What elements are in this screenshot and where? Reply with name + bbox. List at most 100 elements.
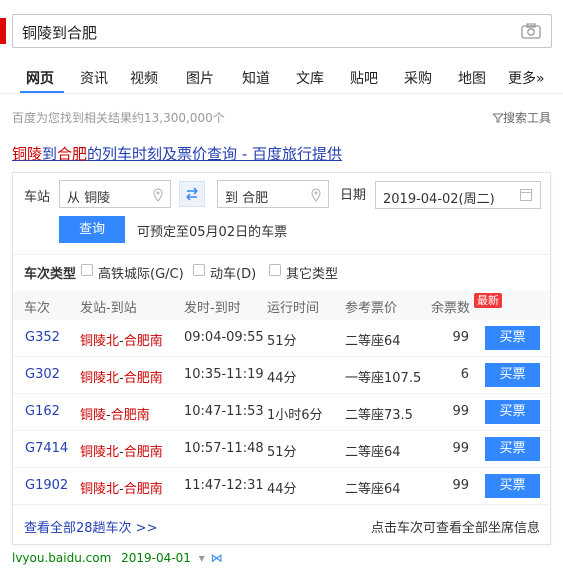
search-nav-tabs: 网页 资讯 视频 图片 知道 文库 贴吧 采购 地图 更多» [0,60,563,94]
tab-tieba[interactable]: 贴吧 [350,68,378,88]
tab-images[interactable]: 图片 [186,68,214,88]
buy-ticket-button[interactable]: 买票 [485,474,540,498]
location-pin-icon [311,188,321,202]
swap-stations-button[interactable] [179,181,205,207]
view-all-trains-link[interactable]: 查看全部28趟车次 >> [24,517,157,536]
buy-ticket-button[interactable]: 买票 [485,326,540,350]
calendar-icon[interactable] [520,189,532,201]
train-type-label: 车次类型 [24,267,77,282]
price: 二等座64 [345,334,401,349]
checkbox-other-label[interactable]: 其它类型 [286,263,338,282]
buy-ticket-button[interactable]: 买票 [485,437,540,461]
bow-icon[interactable]: ⋈ [211,551,223,565]
from-station-input[interactable]: 从 铜陵 [59,180,171,208]
tab-web[interactable]: 网页 [26,68,54,88]
price: 二等座64 [345,445,401,460]
buy-ticket-button[interactable]: 买票 [485,400,540,424]
result-count: 百度为您找到相关结果约13,300,000个 [12,111,225,125]
source-date: 2019-04-01 [121,551,191,565]
camera-icon[interactable] [521,23,541,39]
checkbox-dongche-label[interactable]: 动车(D) [210,263,256,282]
price: 二等座73.5 [345,408,413,423]
dropdown-caret-icon[interactable]: ▾ [199,551,205,565]
train-number[interactable]: G7414 [25,441,68,456]
to-station: 合肥南 [123,445,163,460]
tab-more[interactable]: 更多» [508,68,545,88]
tab-caigou[interactable]: 采购 [404,68,432,88]
train-number[interactable]: G162 [25,404,60,419]
train-number[interactable]: G352 [25,330,60,345]
col-train: 车次 [24,301,51,316]
checkbox-dongche[interactable] [193,264,205,276]
nav-divider [0,93,563,94]
from-station-value[interactable]: 从 铜陵 [67,187,110,206]
route: 铜陵北-合肥南 [80,482,163,497]
search-query-text[interactable]: 铜陵到合肥 [22,22,97,43]
col-stations: 发站-到站 [80,301,137,316]
train-number[interactable]: G302 [25,367,60,382]
to-station: 合肥南 [123,482,163,497]
to-station-input[interactable]: 到 合肥 [217,180,329,208]
to-station: 合肥南 [123,334,163,349]
duration: 44分 [267,371,297,386]
to-station: 合肥南 [123,371,163,386]
title-highlight-to[interactable]: 合肥 [57,145,87,163]
route: 铜陵-合肥南 [80,408,150,423]
duration: 44分 [267,482,297,497]
baidu-logo-fragment[interactable] [0,18,6,44]
route: 铜陵北-合肥南 [80,371,163,386]
checkbox-gaotie-label[interactable]: 高铁城际(G/C) [98,263,184,282]
from-station: 铜陵北 [80,371,120,386]
new-badge: 最新 [474,293,502,308]
depart-arrive-time: 09:04-09:55 [184,330,264,345]
tickets-left: 99 [452,478,469,493]
search-input[interactable]: 铜陵到合肥 [12,14,552,48]
tab-zhidao[interactable]: 知道 [242,68,270,88]
price: 一等座107.5 [345,371,422,386]
route: 铜陵北-合肥南 [80,334,163,349]
tickets-left: 6 [460,367,469,382]
col-remaining: 余票数 [431,301,471,316]
tickets-left: 99 [452,441,469,456]
seat-info-hint: 点击车次可查看全部坐席信息 [370,521,540,536]
title-rest[interactable]: 的列车时刻及票价查询 - 百度旅行提供 [87,145,342,163]
from-station: 铜陵北 [80,445,120,460]
to-station-value[interactable]: 到 合肥 [225,187,268,206]
col-duration: 运行时间 [267,301,320,316]
filter-icon [491,113,505,123]
table-row: G7414 铜陵北-合肥南 10:57-11:48 51分 二等座64 99 买… [13,431,550,468]
buy-ticket-button[interactable]: 买票 [485,363,540,387]
search-tools-label[interactable]: 搜索工具 [503,111,551,125]
checkbox-other[interactable] [269,264,281,276]
table-row: G162 铜陵-合肥南 10:47-11:53 1小时6分 二等座73.5 99… [13,394,550,431]
checkbox-gaotie[interactable] [81,264,93,276]
tickets-left: 99 [452,404,469,419]
train-number[interactable]: G1902 [25,478,68,493]
form-divider [13,254,550,255]
route: 铜陵北-合肥南 [80,445,163,460]
table-row: G1902 铜陵北-合肥南 11:47-12:31 44分 二等座64 99 买… [13,468,550,505]
source-domain[interactable]: lvyou.baidu.com [12,551,111,565]
tab-wenku[interactable]: 文库 [296,68,324,88]
title-highlight-from[interactable]: 铜陵 [12,145,42,163]
duration: 51分 [267,334,297,349]
tab-news[interactable]: 资讯 [80,68,108,88]
from-station: 铜陵北 [80,482,120,497]
date-input[interactable]: 2019-04-02(周二) [375,181,541,209]
to-station: 合肥南 [110,408,150,423]
date-value[interactable]: 2019-04-02(周二) [383,188,495,207]
duration: 51分 [267,445,297,460]
search-tools-button[interactable]: 搜索工具 [491,109,551,126]
query-button[interactable]: 查询 [59,216,125,243]
col-price: 参考票价 [345,301,398,316]
depart-arrive-time: 11:47-12:31 [184,478,264,493]
from-station: 铜陵 [80,408,107,423]
depart-arrive-time: 10:57-11:48 [184,441,264,456]
presale-info: 可预定至05月02日的车票 [137,225,288,240]
col-times: 发时-到时 [184,301,241,316]
table-header: 车次 发站-到站 发时-到时 运行时间 参考票价 余票数 最新 [13,291,550,320]
title-connector[interactable]: 到 [42,145,57,163]
result-title-link[interactable]: 铜陵到合肥的列车时刻及票价查询 - 百度旅行提供 [12,143,342,164]
tab-map[interactable]: 地图 [458,68,486,88]
tab-video[interactable]: 视频 [130,68,158,88]
